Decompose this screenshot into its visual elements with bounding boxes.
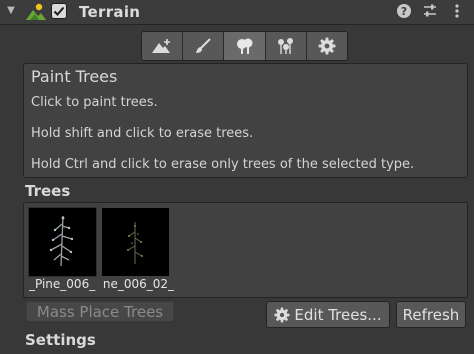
tree-prototype-label: _Pine_006_ [29,277,96,291]
presets-icon[interactable] [422,3,438,19]
tree-prototypes-list: _Pine_006_ _Pine_006_02_ [23,202,468,298]
kebab-menu-icon[interactable] [449,3,465,19]
refresh-button[interactable]: Refresh [396,301,466,328]
tree-prototype-label: _Pine_006_02_ [102,277,174,291]
tree-thumbnail [28,207,97,277]
component-title: Terrain [79,3,141,21]
help-icon[interactable]: ? [396,3,412,19]
flowers-icon [277,38,293,54]
svg-text:?: ? [401,5,407,18]
component-header: ▼ Terrain ? [0,0,474,25]
tool-terrain-settings[interactable] [306,32,347,60]
tool-paint-terrain[interactable] [183,32,225,60]
checkbox-checked-icon [53,6,65,16]
edit-trees-label: Edit Trees... [294,305,382,324]
component-enabled-toggle[interactable] [51,3,67,19]
paint-trees-help-box: Paint Trees Click to paint trees. Hold s… [23,63,468,178]
edit-trees-button[interactable]: Edit Trees... [266,301,390,328]
settings-heading: Settings [25,331,96,349]
mass-place-trees-button[interactable]: Mass Place Trees [26,301,174,322]
tree-prototype-item[interactable]: _Pine_006_02_ [102,208,174,291]
foldout-arrow-icon[interactable]: ▼ [4,4,18,18]
tool-paint-trees[interactable] [224,32,266,60]
gear-icon [318,37,336,55]
help-line-click: Click to paint trees. [31,95,158,110]
help-line-ctrl: Hold Ctrl and click to erase only trees … [31,157,415,172]
tool-paint-details[interactable] [265,32,307,60]
tool-raise-lower-terrain[interactable] [142,32,184,60]
brush-icon [196,38,212,53]
gear-icon [274,306,290,323]
help-box-title: Paint Trees [31,67,118,86]
mountain-plus-icon [152,39,171,53]
tree-prototype-item[interactable]: _Pine_006_ [28,207,99,291]
trees-icon [236,38,252,54]
trees-heading: Trees [25,182,71,200]
tree-thumbnail [102,208,169,276]
terrain-component-icon [26,3,46,21]
help-line-shift: Hold shift and click to erase trees. [31,126,254,141]
terrain-toolbar [141,31,348,61]
